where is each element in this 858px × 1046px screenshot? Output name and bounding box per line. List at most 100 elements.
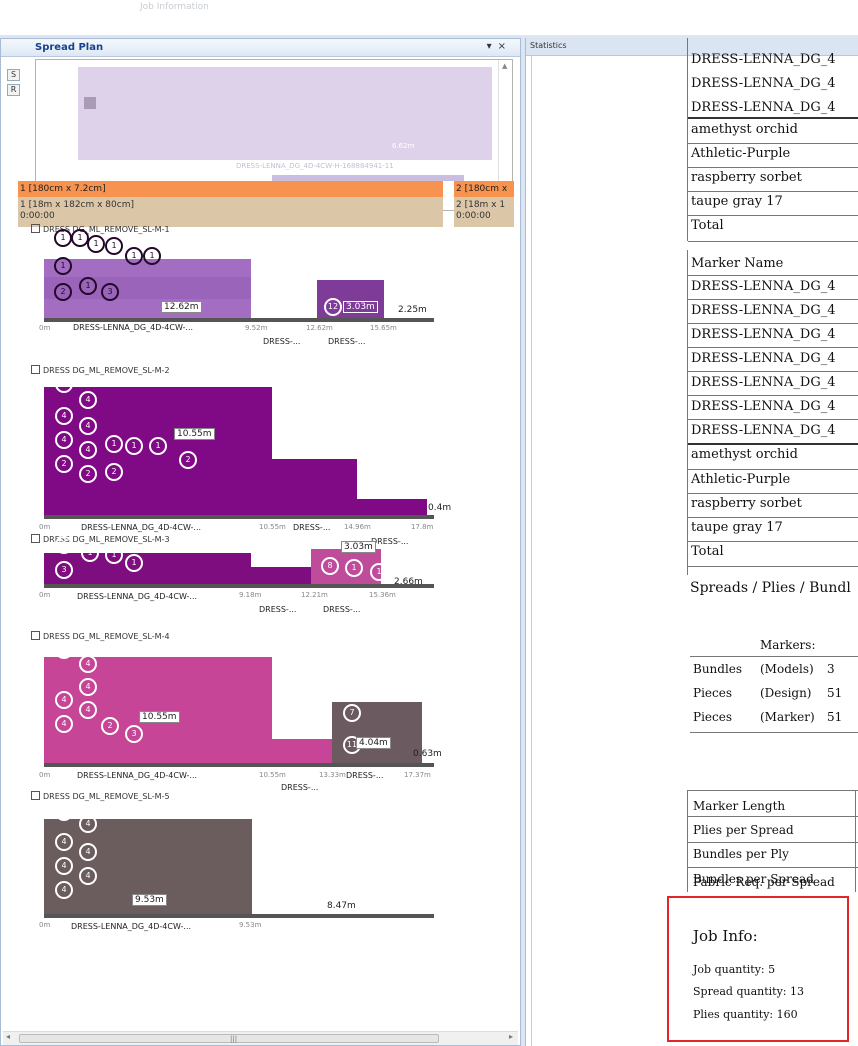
ply-badge[interactable]: 4 <box>79 391 97 409</box>
marker-name[interactable]: DRESS-... <box>346 771 383 780</box>
marker-name[interactable]: DRESS-... <box>323 605 360 614</box>
close-icon[interactable]: × <box>498 41 512 52</box>
ply-badge[interactable]: 2 <box>54 283 72 301</box>
spread-2-block-2[interactable] <box>272 459 357 515</box>
table-border <box>687 38 688 241</box>
marker-name[interactable]: DRESS-LENNA_DG_4D-4CW-... <box>73 323 193 332</box>
ply-badge[interactable]: 2 <box>55 375 73 393</box>
ply-badge[interactable]: 1 <box>105 546 123 564</box>
ply-badge[interactable]: 1 <box>87 235 105 253</box>
ply-badge[interactable]: 1 <box>81 544 99 562</box>
spread-1-length-label-2: 3.03m <box>343 301 378 313</box>
marker-name[interactable]: DRESS-LENNA_DG_4D-4CW-... <box>71 922 191 931</box>
scroll-right-icon[interactable]: ▸ <box>509 1032 513 1041</box>
marker-name[interactable]: DRESS-... <box>281 783 318 792</box>
ply-badge[interactable]: 4 <box>55 407 73 425</box>
markers-label: Markers: <box>760 638 816 652</box>
ply-badge[interactable]: 4 <box>55 857 73 875</box>
side-tab-r[interactable]: R <box>7 84 20 96</box>
ply-badge[interactable]: 4 <box>55 691 73 709</box>
table-cell: taupe gray 17 <box>691 194 783 209</box>
ply-badge[interactable]: 1 <box>143 247 161 265</box>
ply-badge[interactable]: 2 <box>55 641 73 659</box>
ply-badge[interactable]: 1 <box>345 559 363 577</box>
spread-4-block-2[interactable] <box>272 739 332 763</box>
ply-badge[interactable]: 1 <box>125 554 143 572</box>
ply-badge[interactable]: 4 <box>79 843 97 861</box>
ply-badge[interactable]: 4 <box>79 655 97 673</box>
spread-row-header-2[interactable]: 2 [180cm x <box>454 181 514 197</box>
ply-badge[interactable]: 2 <box>101 717 119 735</box>
ply-badge[interactable]: 4 <box>79 815 97 833</box>
ply-badge[interactable]: 4 <box>55 715 73 733</box>
ply-badge[interactable]: 4 <box>55 431 73 449</box>
ply-badge[interactable]: 1 <box>54 257 72 275</box>
table-cell: DRESS-LENNA_DG_4 <box>691 351 836 366</box>
ply-badge[interactable]: 4 <box>79 441 97 459</box>
marker-name[interactable]: DRESS-LENNA_DG_4D-4CW-... <box>81 523 201 532</box>
ply-badge[interactable]: 1 <box>105 237 123 255</box>
ply-badge[interactable]: 2 <box>179 451 197 469</box>
scroll-left-icon[interactable]: ◂ <box>6 1032 10 1041</box>
ply-badge[interactable]: 1 <box>54 229 72 247</box>
pin-icon[interactable]: ▾ <box>487 41 498 52</box>
ply-badge[interactable]: 1 <box>105 435 123 453</box>
marker-name[interactable]: DRESS-... <box>328 337 365 346</box>
ply-badge[interactable]: 11 <box>55 803 73 821</box>
overview-marker-label: DRESS-LENNA_DG_4D-4CW-H-168884941-11 <box>236 162 394 170</box>
marker-name[interactable]: DRESS-LENNA_DG_4D-4CW-... <box>77 771 197 780</box>
marker-name[interactable]: DRESS-... <box>293 523 330 532</box>
expand-icon[interactable] <box>31 534 40 543</box>
ply-badge[interactable]: 3 <box>125 725 143 743</box>
expand-icon[interactable] <box>31 631 40 640</box>
spread-row-detail-1[interactable]: 1 [18m x 182cm x 80cm] 0:00:00 <box>18 197 443 227</box>
ply-badge[interactable]: 1 <box>370 563 388 581</box>
horizontal-scrollbar[interactable]: ◂ ||| ▸ <box>3 1031 518 1045</box>
ply-badge[interactable]: 7 <box>343 704 361 722</box>
spread-name-1[interactable]: DRESS DG_ML_REMOVE_SL-M-1 <box>31 224 170 234</box>
spread-name-3[interactable]: DRESS DG_ML_REMOVE_SL-M-3 <box>31 534 170 544</box>
ply-badge[interactable]: 3 <box>55 561 73 579</box>
ply-badge[interactable]: 1 <box>79 277 97 295</box>
ply-badge[interactable]: 12 <box>324 298 342 316</box>
marker-name[interactable]: DRESS-... <box>259 605 296 614</box>
side-tab-s[interactable]: S <box>7 69 20 81</box>
ply-badge[interactable]: 4 <box>79 678 97 696</box>
expand-icon[interactable] <box>31 365 40 374</box>
ply-badge[interactable]: 4 <box>79 417 97 435</box>
spread-name-4[interactable]: DRESS DG_ML_REMOVE_SL-M-4 <box>31 631 170 641</box>
ply-badge[interactable]: 4 <box>79 867 97 885</box>
spread-row-detail-2[interactable]: 2 [18m x 1 0:00:00 <box>454 197 514 227</box>
table-divider <box>688 167 858 168</box>
ply-badge[interactable]: 1 <box>125 437 143 455</box>
marker-name[interactable]: DRESS-... <box>263 337 300 346</box>
expand-icon[interactable] <box>31 224 40 233</box>
marker-name[interactable]: DRESS-... <box>371 537 408 546</box>
ply-badge[interactable]: 2 <box>79 465 97 483</box>
ply-badge[interactable]: 2 <box>55 455 73 473</box>
spread-name-label: DRESS DG_ML_REMOVE_SL-M-5 <box>43 792 170 801</box>
ply-badge[interactable]: 8 <box>321 557 339 575</box>
ply-badge[interactable]: 1 <box>149 437 167 455</box>
marker-name[interactable]: DRESS-LENNA_DG_4D-4CW-... <box>77 592 197 601</box>
spread-name-5[interactable]: DRESS DG_ML_REMOVE_SL-M-5 <box>31 791 170 801</box>
scroll-up-icon[interactable]: ▲ <box>502 62 507 70</box>
scrollbar-thumb[interactable]: ||| <box>19 1034 439 1043</box>
expand-icon[interactable] <box>31 791 40 800</box>
ply-badge[interactable]: 4 <box>55 833 73 851</box>
table-cell: amethyst orchid <box>691 122 798 137</box>
spread-1-length-label: 12.62m <box>161 301 202 313</box>
ply-badge[interactable]: 3 <box>101 283 119 301</box>
spread-row-header-1[interactable]: 1 [180cm x 7.2cm] <box>18 181 443 197</box>
spread-2-block-3[interactable] <box>357 499 427 515</box>
ply-badge[interactable]: 1 <box>125 247 143 265</box>
job-quantity: Job quantity: 5 <box>693 963 776 976</box>
spread-3-marker-block[interactable] <box>44 553 251 584</box>
ply-badge[interactable]: 4 <box>55 881 73 899</box>
table-divider <box>688 395 858 396</box>
ply-badge[interactable]: 4 <box>79 701 97 719</box>
ply-badge[interactable]: 2 <box>105 463 123 481</box>
spread-name-2[interactable]: DRESS DG_ML_REMOVE_SL-M-2 <box>31 365 170 375</box>
spread-3-block-2[interactable] <box>251 567 311 584</box>
ply-badge[interactable]: 1 <box>55 536 73 554</box>
